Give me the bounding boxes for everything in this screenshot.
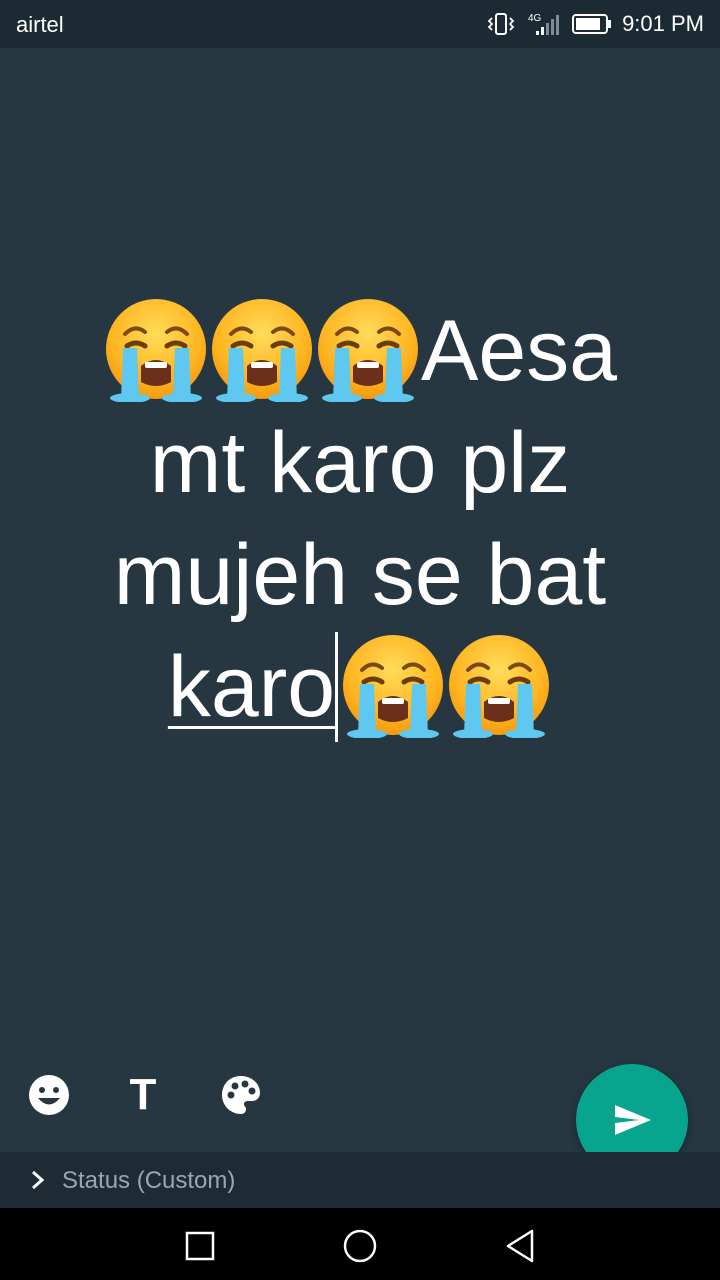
message-text-1: Aesa [420, 303, 618, 399]
message-line-3: mujeh se bat [113, 527, 607, 623]
message-line-4: karo [70, 631, 650, 743]
send-icon [615, 1105, 651, 1135]
message-line-1: Aesa [70, 295, 650, 407]
loudly-crying-face-icon [209, 296, 315, 402]
carrier-name: airtel [16, 12, 64, 37]
vibrate-icon [487, 13, 515, 35]
back-button[interactable] [500, 1226, 540, 1266]
status-indicators: 4G 9:01 PM [486, 10, 704, 38]
square-icon [185, 1231, 215, 1261]
network-type: 4G [528, 13, 542, 24]
battery-icon [572, 14, 612, 34]
status-privacy-bar[interactable]: Status (Custom) [0, 1152, 720, 1208]
loudly-crying-face-icon [103, 296, 209, 402]
palette-icon [222, 1076, 260, 1114]
navigation-bar [0, 1208, 720, 1280]
signal-4g-icon: 4G [528, 13, 560, 35]
text-font-button[interactable]: T [118, 1070, 168, 1120]
loudly-crying-face-icon [446, 632, 552, 738]
smiley-icon [29, 1075, 69, 1115]
triangle-back-icon [506, 1229, 534, 1263]
emoji-button[interactable] [24, 1070, 74, 1120]
message-line-2: mt karo plz [149, 415, 571, 511]
loudly-crying-face-icon [340, 632, 446, 738]
loudly-crying-face-icon [315, 296, 421, 402]
home-button[interactable] [340, 1226, 380, 1266]
composing-word: karo [167, 639, 336, 735]
status-bar: airtel 4G 9:01 PM [0, 0, 720, 48]
recents-button[interactable] [180, 1226, 220, 1266]
color-palette-button[interactable] [216, 1070, 266, 1120]
chevron-right-icon [32, 1170, 45, 1190]
status-privacy-label: Status (Custom) [62, 1167, 236, 1194]
text-cursor [335, 632, 339, 742]
status-text[interactable]: Aesa mt karo plz mujeh se bat karo [70, 295, 650, 743]
circle-icon [343, 1229, 377, 1263]
clock: 9:01 PM [622, 11, 704, 36]
